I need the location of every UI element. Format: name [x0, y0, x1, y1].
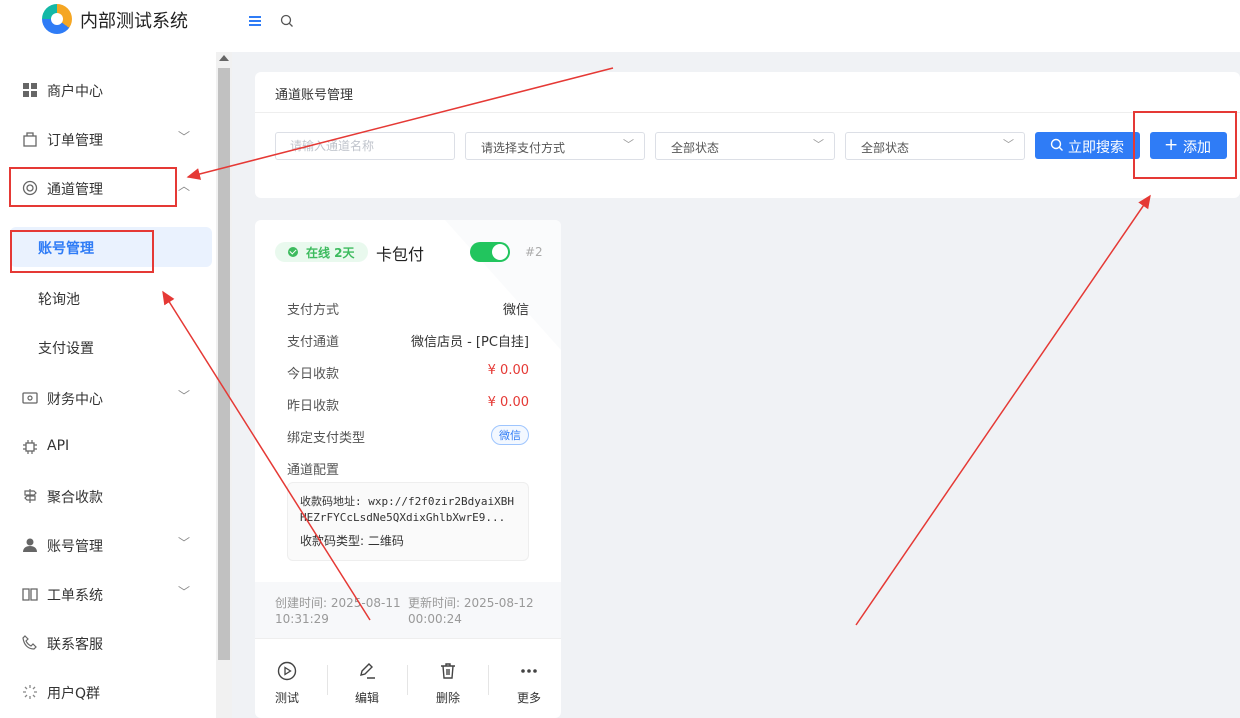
sidebar-item-account-admin[interactable]: 账号管理 ﹀ [0, 525, 216, 565]
annotation-box-accounts [10, 230, 154, 273]
annotation-box-channels [9, 167, 177, 207]
sidebar-item-finance[interactable]: 财务中心 ﹀ [0, 378, 216, 418]
signpost-icon [22, 488, 38, 504]
search-icon [1050, 138, 1064, 156]
annotation-box-add [1133, 111, 1237, 179]
scrollbar-thumb[interactable] [218, 68, 230, 660]
chevron-down-icon: ﹀ [623, 138, 634, 151]
filter-panel: 通道账号管理 请选择支付方式 ﹀ 全部状态 ﹀ 全部状态 ﹀ 立即搜索 + 添加 [255, 72, 1240, 198]
app-logo-icon [42, 4, 72, 34]
app-title: 内部测试系统 [80, 11, 188, 32]
test-button[interactable]: 测试 [255, 639, 325, 718]
sidebar-item-label: 商户中心 [47, 84, 103, 100]
bag-icon [22, 131, 38, 147]
sidebar-item-api[interactable]: API [0, 427, 216, 467]
play-circle-icon [277, 661, 297, 681]
sidebar-item-label: 账号管理 [47, 539, 103, 555]
sidebar-item-label: 订单管理 [47, 133, 103, 149]
chevron-down-icon: ﹀ [178, 130, 191, 144]
chevron-down-icon: ﹀ [1003, 138, 1014, 151]
trash-icon [438, 661, 458, 681]
chevron-up-icon: ︿ [178, 179, 191, 193]
divider [407, 665, 408, 695]
updated-time: 更新时间: 2025-08-12 00:00:24 [408, 596, 534, 626]
select-value: 请选择支付方式 [481, 141, 566, 155]
sidebar-item-label: 聚合收款 [47, 490, 103, 506]
check-circle-icon [288, 247, 298, 257]
delete-button[interactable]: 删除 [416, 639, 486, 718]
divider [255, 112, 1240, 113]
ellipsis-icon [519, 661, 539, 681]
pay-method-select[interactable]: 请选择支付方式 ﹀ [465, 132, 645, 160]
user-icon [22, 537, 38, 553]
sidebar-item-label: 用户Q群 [47, 686, 101, 702]
card-actions: 测试 编辑 删除 更多 [255, 638, 561, 718]
divider [488, 665, 489, 695]
search-icon[interactable] [280, 13, 294, 32]
sidebar-subitem-payment-settings[interactable]: 支付设置 [0, 327, 216, 367]
chip-icon [22, 439, 38, 455]
chevron-down-icon: ﹀ [178, 389, 191, 403]
sidebar-subitem-polling-pool[interactable]: 轮询池 [0, 278, 216, 318]
phone-icon [22, 635, 38, 651]
sidebar-item-label: 联系客服 [47, 637, 103, 653]
channel-config-box: 收款码地址: wxp://f2f0zir2BdyaiXBHHEZrFYCcLsd… [287, 482, 529, 561]
pay-type-tag: 微信 [491, 425, 529, 445]
more-button[interactable]: 更多 [497, 639, 561, 718]
scroll-up-arrow-icon[interactable] [219, 55, 229, 61]
status-select-2[interactable]: 全部状态 ﹀ [845, 132, 1025, 160]
sidebar-item-aggregate[interactable]: 聚合收款 [0, 476, 216, 516]
search-button[interactable]: 立即搜索 [1035, 132, 1140, 159]
channel-id: #2 [525, 245, 543, 259]
status-badge: 在线 2天 [275, 242, 368, 262]
loading-icon [22, 684, 38, 700]
sidebar-item-qq-group[interactable]: 用户Q群 [0, 672, 216, 712]
search-button-label: 立即搜索 [1068, 140, 1124, 156]
channel-name-input[interactable] [275, 132, 455, 160]
sidebar-item-support[interactable]: 联系客服 [0, 623, 216, 663]
channel-card: 在线 2天 卡包付 #2 支付方式 微信 支付通道 微信店员 - [PC自挂] … [255, 220, 561, 718]
channel-name-field[interactable] [276, 133, 454, 159]
chevron-down-icon: ﹀ [178, 585, 191, 599]
channel-name: 卡包付 [376, 245, 425, 264]
page-title: 通道账号管理 [275, 88, 354, 103]
menu-toggle-icon[interactable] [248, 14, 262, 28]
edit-button[interactable]: 编辑 [335, 639, 405, 718]
select-value: 全部状态 [671, 141, 720, 155]
config-qr-url: 收款码地址: wxp://f2f0zir2BdyaiXBHHEZrFYCcLsd… [300, 495, 514, 524]
sidebar-item-label: API [47, 438, 70, 454]
wallet-icon [22, 390, 38, 406]
chevron-down-icon: ﹀ [178, 536, 191, 550]
sidebar-item-orders[interactable]: 订单管理 ﹀ [0, 119, 216, 159]
pencil-icon [357, 661, 377, 681]
sidebar-item-merchant[interactable]: 商户中心 [0, 70, 216, 110]
sidebar-item-tickets[interactable]: 工单系统 ﹀ [0, 574, 216, 614]
sidebar-subitem-label: 轮询池 [38, 292, 80, 308]
sidebar: 商户中心 订单管理 ﹀ 通道管理 ︿ 账号管理 轮询池 支付设置 财务中心 ﹀ … [0, 52, 216, 718]
enable-toggle[interactable] [470, 242, 510, 262]
top-bar: 内部测试系统 [0, 0, 1240, 52]
card-timestamps: 创建时间: 2025-08-11 10:31:29 更新时间: 2025-08-1… [255, 582, 561, 638]
sidebar-item-label: 工单系统 [47, 588, 103, 604]
grid-icon [22, 82, 38, 98]
divider [327, 665, 328, 695]
toggle-knob [492, 244, 508, 260]
annotation-arrow-add [855, 194, 1151, 626]
chevron-down-icon: ﹀ [813, 138, 824, 151]
select-value: 全部状态 [861, 141, 910, 155]
config-qr-type: 收款码类型: 二维码 [300, 534, 404, 548]
sidebar-item-label: 财务中心 [47, 392, 103, 408]
sidebar-subitem-label: 支付设置 [38, 341, 94, 357]
status-select-1[interactable]: 全部状态 ﹀ [655, 132, 835, 160]
book-icon [22, 586, 38, 602]
created-time: 创建时间: 2025-08-11 10:31:29 [275, 596, 401, 626]
